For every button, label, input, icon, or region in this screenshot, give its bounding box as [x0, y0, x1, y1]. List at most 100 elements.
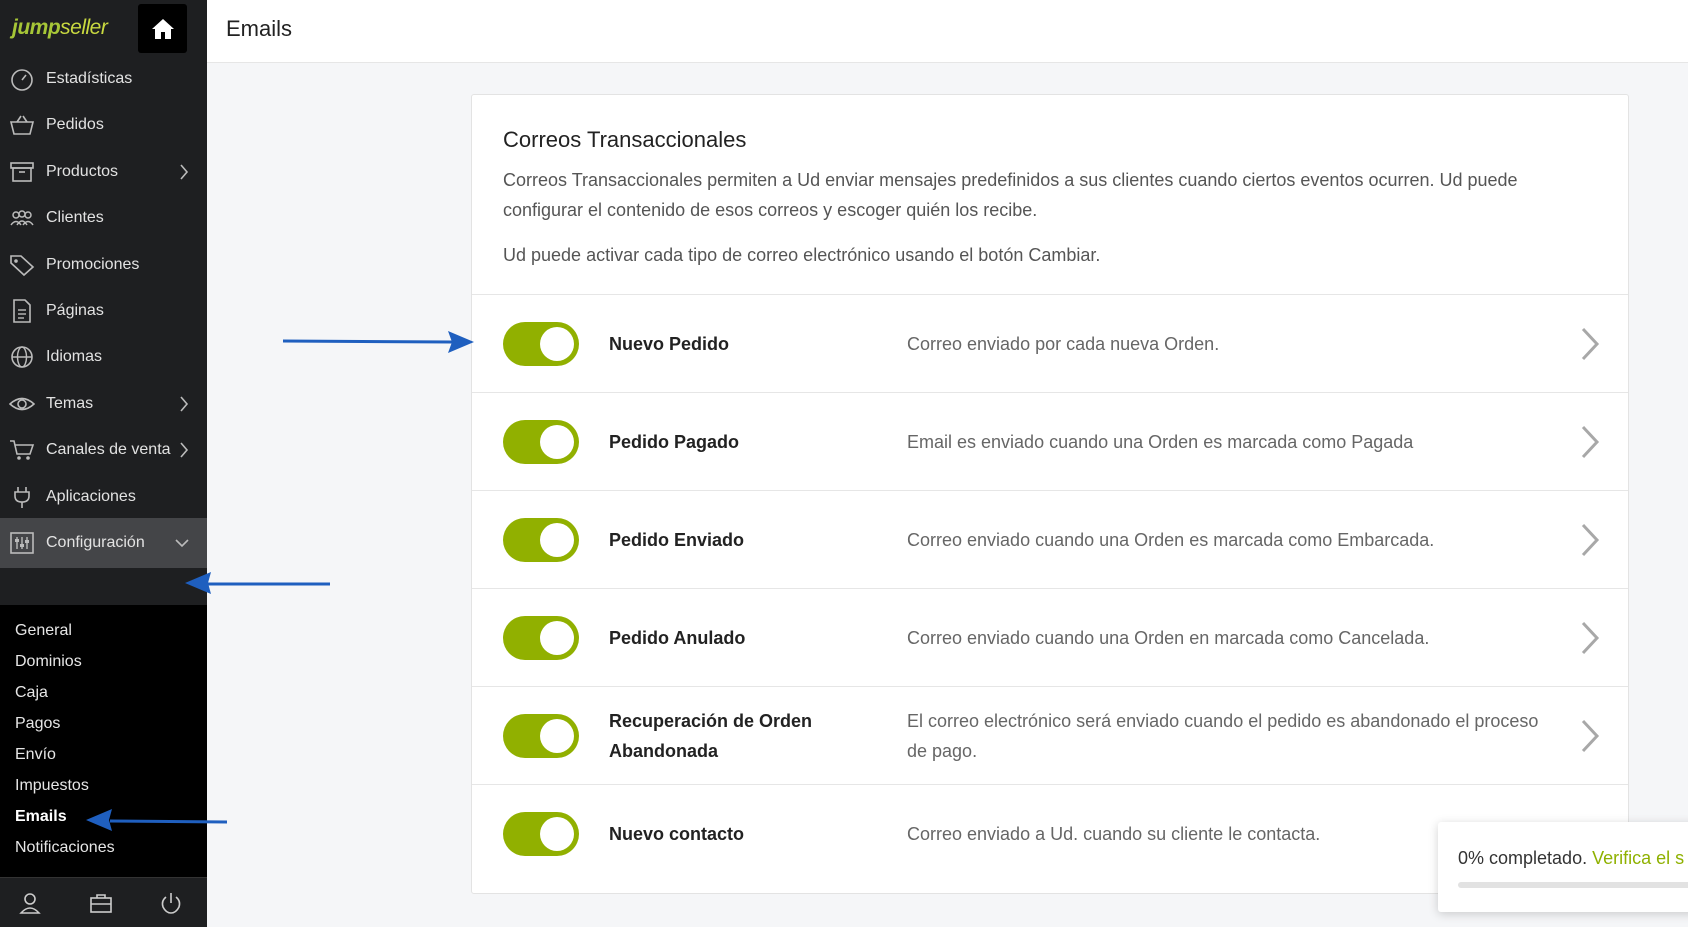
- sidebar-item-estadisticas[interactable]: Estadísticas: [0, 54, 207, 104]
- sidebar-item-label: Temas: [46, 395, 94, 412]
- chevron-right-icon[interactable]: [1580, 621, 1600, 655]
- toggle-knob: [540, 425, 574, 459]
- sidebar-item-pedidos[interactable]: Pedidos: [0, 100, 207, 150]
- email-toggle[interactable]: [503, 616, 579, 660]
- chevron-down-icon: [175, 539, 189, 548]
- email-name: Pedido Anulado: [609, 628, 746, 648]
- toggle-knob: [540, 817, 574, 851]
- user-icon[interactable]: [19, 892, 41, 914]
- sidebar-item-label: Idiomas: [46, 348, 103, 365]
- sidebar-item-label: Clientes: [46, 209, 104, 226]
- email-row-recuperacion-orden[interactable]: Recuperación de Orden Abandonada El corr…: [472, 686, 1628, 784]
- setup-progress-popup[interactable]: 0% completado. Verifica el s: [1438, 822, 1688, 912]
- cart-icon: [10, 440, 35, 460]
- toggle-knob: [540, 327, 574, 361]
- sidebar-item-idiomas[interactable]: Idiomas: [0, 332, 207, 382]
- home-icon: [151, 18, 174, 39]
- progress-link[interactable]: Verifica el s: [1592, 848, 1684, 868]
- sidebar-item-productos[interactable]: Productos: [0, 147, 207, 197]
- power-icon[interactable]: [160, 892, 182, 914]
- box-icon: [10, 162, 34, 182]
- sidebar-item-label: Aplicaciones: [46, 488, 136, 505]
- sidebar-item-label: Estadísticas: [46, 70, 133, 87]
- logo-text-suffix: seller: [60, 16, 108, 39]
- email-name: Nuevo Pedido: [609, 334, 730, 354]
- toggle-knob: [540, 719, 574, 753]
- page-title: Emails: [226, 16, 293, 41]
- sidebar-item-canales-de-venta[interactable]: Canales de venta: [0, 425, 207, 475]
- submenu-item-dominios[interactable]: Dominios: [15, 653, 82, 671]
- sidebar-item-label: Páginas: [46, 302, 104, 319]
- submenu-item-impuestos[interactable]: Impuestos: [15, 777, 89, 795]
- sidebar-item-label: Canales de venta: [46, 441, 171, 458]
- email-toggle[interactable]: [503, 518, 579, 562]
- home-button[interactable]: [138, 4, 187, 53]
- email-toggle[interactable]: [503, 714, 579, 758]
- email-row-pedido-pagado[interactable]: Pedido Pagado Email es enviado cuando un…: [472, 392, 1628, 490]
- submenu-item-general[interactable]: General: [15, 622, 72, 640]
- email-row-pedido-anulado[interactable]: Pedido Anulado Correo enviado cuando una…: [472, 588, 1628, 686]
- email-description: El correo electrónico será enviado cuand…: [907, 711, 1539, 761]
- email-description: Correo enviado por cada nueva Orden.: [907, 334, 1220, 354]
- transactional-emails-card: Correos Transaccionales Correos Transacc…: [471, 94, 1629, 894]
- chevron-right-icon[interactable]: [1580, 719, 1600, 753]
- sidebar: jumpseller Estadísticas Pedidos Producto…: [0, 0, 207, 927]
- sidebar-item-label: Productos: [46, 163, 119, 180]
- email-description: Email es enviado cuando una Orden es mar…: [907, 432, 1414, 452]
- sidebar-item-label: Configuración: [46, 534, 145, 551]
- sliders-icon: [10, 532, 34, 554]
- briefcase-icon[interactable]: [90, 892, 112, 914]
- sidebar-item-paginas[interactable]: Páginas: [0, 286, 207, 336]
- card-note: Ud puede activar cada tipo de correo ele…: [503, 245, 1101, 265]
- email-toggle[interactable]: [503, 420, 579, 464]
- sidebar-footer: [0, 877, 207, 927]
- logo-text-main: jump: [12, 16, 61, 39]
- email-description: Correo enviado cuando una Orden es marca…: [907, 530, 1435, 550]
- chevron-right-icon[interactable]: [1580, 523, 1600, 557]
- submenu-item-pagos[interactable]: Pagos: [15, 715, 60, 733]
- sidebar-item-temas[interactable]: Temas: [0, 379, 207, 429]
- chevron-right-icon: [180, 396, 189, 412]
- email-toggle[interactable]: [503, 322, 579, 366]
- submenu-item-emails[interactable]: Emails: [15, 808, 67, 826]
- globe-icon: [11, 346, 33, 368]
- sidebar-item-label: Pedidos: [46, 116, 104, 133]
- sidebar-item-label: Promociones: [46, 256, 140, 273]
- sidebar-item-promociones[interactable]: Promociones: [0, 240, 207, 290]
- submenu-item-notificaciones[interactable]: Notificaciones: [15, 839, 115, 857]
- configuracion-submenu: General Dominios Caja Pagos Envío Impues…: [0, 605, 207, 877]
- chevron-right-icon[interactable]: [1580, 425, 1600, 459]
- jumpseller-logo[interactable]: jumpseller: [12, 16, 108, 40]
- email-name: Pedido Pagado: [609, 432, 740, 452]
- email-row-nuevo-pedido[interactable]: Nuevo Pedido Correo enviado por cada nue…: [472, 294, 1628, 392]
- sidebar-item-aplicaciones[interactable]: Aplicaciones: [0, 472, 207, 522]
- eye-icon: [9, 397, 35, 411]
- progress-text: 0% completado. Verifica el s: [1458, 848, 1684, 869]
- chevron-right-icon: [180, 442, 189, 458]
- brand-area: jumpseller: [0, 0, 207, 59]
- sidebar-item-clientes[interactable]: Clientes: [0, 193, 207, 243]
- page-icon: [13, 299, 31, 323]
- toggle-knob: [540, 523, 574, 557]
- email-name: Recuperación de Orden Abandonada: [609, 711, 813, 761]
- tag-icon: [10, 255, 35, 277]
- toggle-knob: [540, 621, 574, 655]
- email-name: Nuevo contacto: [609, 824, 745, 844]
- email-toggle[interactable]: [503, 812, 579, 856]
- card-title: Correos Transaccionales: [503, 127, 747, 152]
- submenu-item-envio[interactable]: Envío: [15, 746, 56, 764]
- plug-icon: [14, 487, 30, 508]
- annotation-arrow: [282, 331, 474, 353]
- chevron-right-icon[interactable]: [1580, 327, 1600, 361]
- users-icon: [10, 210, 34, 226]
- basket-icon: [9, 115, 35, 135]
- top-bar: Emails: [207, 0, 1688, 63]
- email-name: Pedido Enviado: [609, 530, 745, 550]
- chevron-right-icon: [180, 164, 189, 180]
- email-description: Correo enviado cuando una Orden en marca…: [907, 628, 1430, 648]
- progress-bar: [1458, 882, 1688, 888]
- sidebar-item-configuracion[interactable]: Configuración: [0, 518, 207, 568]
- email-row-pedido-enviado[interactable]: Pedido Enviado Correo enviado cuando una…: [472, 490, 1628, 588]
- card-description: Correos Transaccionales permiten a Ud en…: [503, 170, 1518, 220]
- submenu-item-caja[interactable]: Caja: [15, 684, 48, 702]
